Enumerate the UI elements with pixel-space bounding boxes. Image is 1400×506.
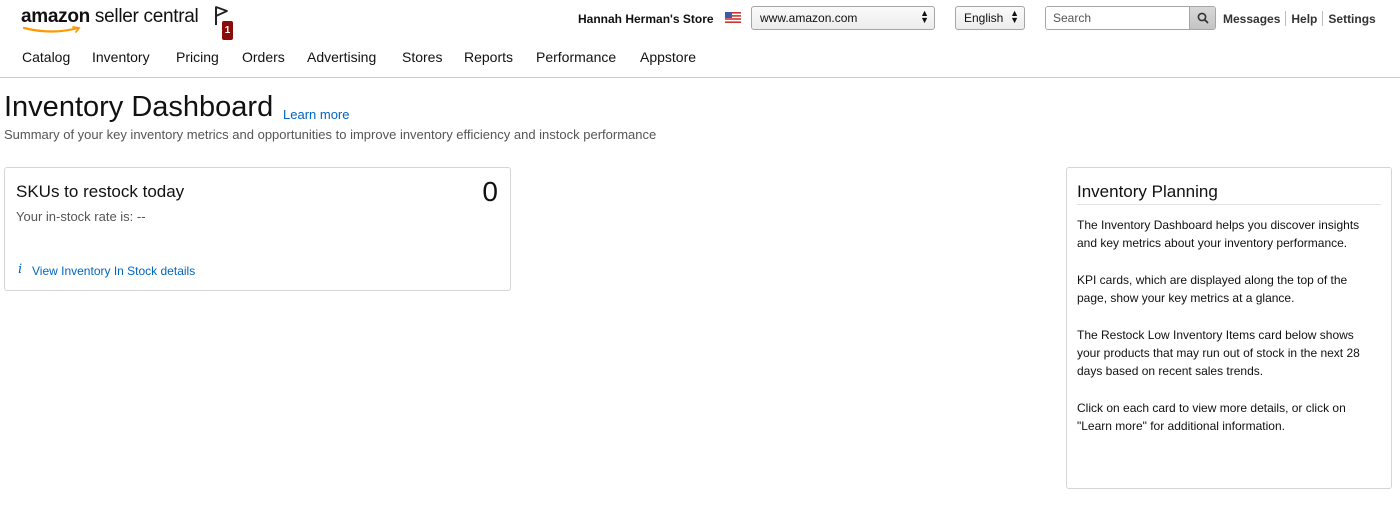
planning-paragraph: The Inventory Dashboard helps you discov… [1077, 218, 1360, 251]
notifications-flag-icon[interactable]: 1 [214, 6, 236, 40]
search-button[interactable] [1189, 7, 1215, 29]
search-icon [1197, 12, 1209, 24]
search-input[interactable] [1046, 7, 1190, 29]
logo-product: seller central [89, 6, 199, 27]
select-arrows-icon: ▲ ▼ [1010, 8, 1019, 25]
logo-brand: amazon [21, 6, 90, 27]
kpi-card-skus-to-restock[interactable]: SKUs to restock today 0 Your in-stock ra… [4, 167, 511, 291]
language-select[interactable]: English ▲ ▼ [955, 6, 1025, 30]
language-value: English [964, 11, 1004, 25]
main-nav: Catalog Inventory Pricing Orders Adverti… [0, 40, 1400, 78]
view-in-stock-details-link[interactable]: View Inventory In Stock details [32, 264, 195, 278]
planning-title: Inventory Planning [1077, 182, 1381, 205]
link-divider [1322, 11, 1324, 26]
info-icon: i [18, 262, 23, 277]
page-title: Inventory Dashboard [4, 91, 274, 123]
planning-paragraph: KPI cards, which are displayed along the… [1077, 272, 1348, 306]
store-name[interactable]: Hannah Herman's Store [578, 12, 714, 26]
page-subtitle: Summary of your key inventory metrics an… [4, 127, 657, 142]
nav-item-reports[interactable]: Reports [464, 49, 513, 65]
nav-item-inventory[interactable]: Inventory [92, 49, 150, 65]
planning-paragraph: The Restock Low Inventory Items card bel… [1077, 327, 1360, 379]
link-divider [1285, 11, 1287, 26]
inventory-planning-panel: Inventory Planning The Inventory Dashboa… [1066, 167, 1392, 489]
in-stock-rate: Your in-stock rate is: -- [16, 209, 146, 224]
marketplace-select[interactable]: www.amazon.com ▲ ▼ [751, 6, 935, 30]
nav-item-performance[interactable]: Performance [536, 49, 616, 65]
seller-central-logo[interactable]: amazon seller central [21, 4, 199, 34]
nav-item-catalog[interactable]: Catalog [22, 49, 70, 65]
amazon-smile-icon [22, 26, 81, 33]
nav-item-stores[interactable]: Stores [402, 49, 442, 65]
kpi-value: 0 [482, 176, 498, 207]
nav-item-advertising[interactable]: Advertising [307, 49, 376, 65]
nav-item-appstore[interactable]: Appstore [640, 49, 696, 65]
kpi-title: SKUs to restock today [16, 182, 185, 201]
header-links: Messages Help Settings [1223, 11, 1376, 27]
select-arrows-icon: ▲ ▼ [920, 8, 929, 25]
top-header: amazon seller central 1 Hannah Herman's … [0, 0, 1400, 40]
marketplace-value: www.amazon.com [760, 11, 858, 25]
learn-more-link[interactable]: Learn more [283, 107, 349, 122]
help-link[interactable]: Help [1291, 12, 1317, 27]
nav-item-pricing[interactable]: Pricing [176, 49, 219, 65]
planning-paragraph: Click on each card to view more details,… [1077, 400, 1346, 434]
planning-body: The Inventory Dashboard helps you discov… [1077, 216, 1377, 454]
nav-item-orders[interactable]: Orders [242, 49, 285, 65]
search-box [1045, 6, 1216, 30]
notification-badge: 1 [222, 21, 233, 40]
settings-link[interactable]: Settings [1328, 12, 1375, 27]
us-flag-icon [725, 12, 741, 23]
messages-link[interactable]: Messages [1223, 12, 1280, 27]
